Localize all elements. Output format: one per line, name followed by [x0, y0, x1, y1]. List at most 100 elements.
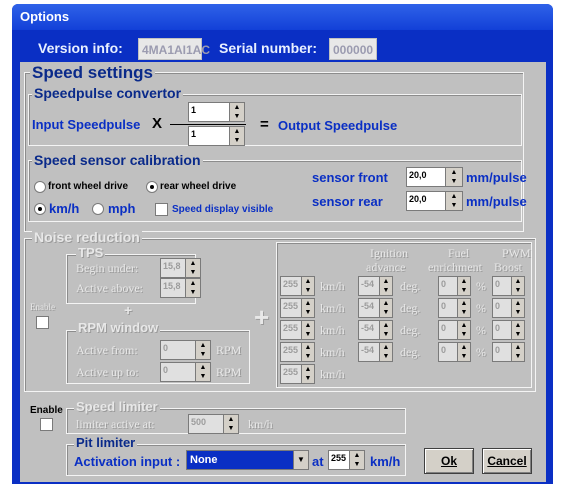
- sensor-front-stepper[interactable]: ▲ ▼: [445, 167, 463, 187]
- denominator-input[interactable]: 1: [188, 126, 230, 146]
- version-label: Version info:: [38, 40, 123, 56]
- tps-title: TPS: [76, 245, 106, 260]
- active-from-input[interactable]: 0: [160, 340, 196, 360]
- noise-enable-checkbox[interactable]: [36, 316, 49, 329]
- row-speed-stepper[interactable]: ▲ ▼: [301, 342, 315, 362]
- row-speed-stepper[interactable]: ▲ ▼: [301, 320, 315, 340]
- limiter-active-label: limiter active at:: [76, 417, 155, 431]
- row-ignition-stepper[interactable]: ▲ ▼: [379, 298, 393, 318]
- limiter-enable-checkbox[interactable]: [40, 418, 53, 431]
- row-speed-input[interactable]: 255: [280, 364, 302, 384]
- row-pct-unit: %: [476, 323, 486, 337]
- col-ignition-1: Ignition: [370, 246, 408, 260]
- row-ignition-stepper[interactable]: ▲ ▼: [379, 320, 393, 340]
- active-upto-unit: RPM: [216, 365, 242, 379]
- limiter-speed-stepper[interactable]: ▲ ▼: [223, 414, 239, 434]
- row-speed-unit: km/h: [320, 279, 345, 293]
- row-deg-unit: deg.: [400, 323, 421, 337]
- row-pwm-stepper[interactable]: ▲ ▼: [511, 298, 525, 318]
- row-ignition-stepper[interactable]: ▲ ▼: [379, 342, 393, 362]
- ok-button[interactable]: Ok: [424, 448, 474, 474]
- options-content: Speed settings Speedpulse convertor Inpu…: [20, 62, 546, 482]
- row-pwm-stepper[interactable]: ▲ ▼: [511, 342, 525, 362]
- active-above-input[interactable]: 15,8: [160, 278, 186, 298]
- begin-under-stepper[interactable]: ▲ ▼: [185, 258, 201, 278]
- denominator-stepper[interactable]: ▲ ▼: [229, 126, 245, 146]
- active-upto-label: Active up to:: [76, 365, 139, 379]
- row-ignition-input[interactable]: -54: [358, 298, 380, 318]
- row-speed-stepper[interactable]: ▲ ▼: [301, 298, 315, 318]
- active-from-stepper[interactable]: ▲ ▼: [195, 340, 211, 360]
- mph-radio[interactable]: [92, 203, 104, 215]
- noise-enable-label: Enable: [30, 302, 55, 312]
- sensor-front-input[interactable]: 20,0: [406, 167, 446, 187]
- chevron-down-icon[interactable]: ▼: [293, 450, 309, 470]
- col-pwm-2: Boost: [494, 260, 523, 274]
- row-ignition-input[interactable]: -54: [358, 320, 380, 340]
- begin-under-label: Begin under:: [76, 261, 139, 275]
- row-speed-input[interactable]: 255: [280, 276, 302, 296]
- row-pwm-stepper[interactable]: ▲ ▼: [511, 320, 525, 340]
- mph-label: mph: [108, 201, 136, 216]
- rear-wheel-drive-radio[interactable]: [146, 181, 158, 193]
- sensor-rear-stepper[interactable]: ▲ ▼: [445, 191, 463, 211]
- row-pwm-input[interactable]: 0: [492, 342, 512, 362]
- speed-settings-title: Speed settings: [30, 63, 155, 83]
- row-fuel-input[interactable]: 0: [438, 342, 458, 362]
- row-speed-unit: km/h: [320, 345, 345, 359]
- active-above-label: Active above:: [76, 281, 143, 295]
- row-speed-input[interactable]: 255: [280, 320, 302, 340]
- front-wheel-drive-label: front wheel drive: [48, 181, 129, 192]
- row-pwm-input[interactable]: 0: [492, 320, 512, 340]
- output-speedpulse-label: Output Speedpulse: [278, 118, 398, 133]
- serial-field: 000000: [329, 38, 377, 60]
- row-ignition-input[interactable]: -54: [358, 276, 380, 296]
- sensor-calibration-title: Speed sensor calibration: [32, 152, 203, 168]
- plus-sign-large: +: [254, 302, 270, 332]
- rear-wheel-drive-label: rear wheel drive: [160, 181, 237, 192]
- window-title: Options: [20, 9, 70, 24]
- row-speed-stepper[interactable]: ▲ ▼: [301, 276, 315, 296]
- row-fuel-stepper[interactable]: ▲ ▼: [457, 276, 471, 296]
- limiter-speed-input[interactable]: 500: [188, 414, 224, 434]
- row-speed-stepper[interactable]: ▲ ▼: [301, 364, 315, 384]
- row-deg-unit: deg.: [400, 301, 421, 315]
- row-fuel-stepper[interactable]: ▲ ▼: [457, 298, 471, 318]
- row-fuel-stepper[interactable]: ▲ ▼: [457, 320, 471, 340]
- row-fuel-input[interactable]: 0: [438, 320, 458, 340]
- row-ignition-stepper[interactable]: ▲ ▼: [379, 276, 393, 296]
- active-upto-stepper[interactable]: ▲ ▼: [195, 362, 211, 382]
- row-speed-input[interactable]: 255: [280, 298, 302, 318]
- limiter-enable-label: Enable: [30, 405, 63, 416]
- title-bar[interactable]: Options: [12, 4, 553, 30]
- row-fuel-stepper[interactable]: ▲ ▼: [457, 342, 471, 362]
- row-pwm-input[interactable]: 0: [492, 298, 512, 318]
- info-bar: Version info: 4MA1AI1AC Serial number: 0…: [16, 30, 549, 66]
- activation-input-select[interactable]: None: [186, 450, 294, 470]
- row-fuel-input[interactable]: 0: [438, 276, 458, 296]
- row-ignition-input[interactable]: -54: [358, 342, 380, 362]
- row-pwm-stepper[interactable]: ▲ ▼: [511, 276, 525, 296]
- times-sign: X: [152, 115, 163, 132]
- speed-limiter-title: Speed limiter: [74, 399, 160, 414]
- numerator-stepper[interactable]: ▲ ▼: [229, 102, 245, 122]
- active-above-stepper[interactable]: ▲ ▼: [185, 278, 201, 298]
- speed-display-visible-checkbox[interactable]: [155, 203, 168, 216]
- cancel-button[interactable]: Cancel: [482, 448, 532, 474]
- row-speed-input[interactable]: 255: [280, 342, 302, 362]
- pit-speed-input[interactable]: 255: [328, 450, 350, 470]
- sensor-rear-input[interactable]: 20,0: [406, 191, 446, 211]
- row-deg-unit: deg.: [400, 345, 421, 359]
- sensor-rear-label: sensor rear: [312, 194, 383, 209]
- row-pwm-input[interactable]: 0: [492, 276, 512, 296]
- front-wheel-drive-radio[interactable]: [34, 181, 46, 193]
- numerator-input[interactable]: 1: [188, 102, 230, 122]
- sensor-front-unit: mm/pulse: [466, 170, 527, 185]
- kmh-radio[interactable]: [34, 203, 46, 215]
- begin-under-input[interactable]: 15,8: [160, 258, 186, 278]
- row-fuel-input[interactable]: 0: [438, 298, 458, 318]
- pit-speed-stepper[interactable]: ▲ ▼: [349, 450, 365, 470]
- speed-display-visible-label: Speed display visible: [172, 204, 274, 215]
- input-speedpulse-label: Input Speedpulse: [32, 117, 141, 132]
- active-upto-input[interactable]: 0: [160, 362, 196, 382]
